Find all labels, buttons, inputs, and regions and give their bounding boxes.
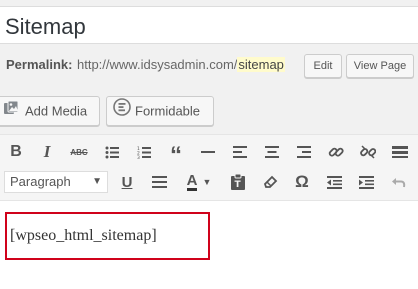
editor-content-highlight[interactable]: [wpseo_html_sitemap] (5, 212, 210, 260)
format-select-value: Paragraph (10, 174, 71, 189)
clear-formatting-icon[interactable] (258, 170, 282, 194)
post-title-input[interactable]: Sitemap (5, 14, 86, 40)
formidable-button[interactable]: Formidable (106, 96, 214, 126)
bold-icon[interactable]: B (4, 140, 28, 164)
align-right-icon[interactable] (292, 140, 316, 164)
add-media-button[interactable]: Add Media (0, 96, 100, 126)
formidable-label: Formidable (135, 103, 201, 119)
italic-icon[interactable]: I (35, 140, 59, 164)
underline-icon[interactable]: U (115, 170, 139, 194)
align-center-icon[interactable] (260, 140, 284, 164)
svg-text:3: 3 (137, 155, 140, 159)
toolbar-toggle-icon[interactable] (388, 140, 412, 164)
formidable-icon (113, 97, 131, 126)
horizontal-line-icon[interactable] (196, 140, 220, 164)
editor: B I ABC 123 “ Paragraph ▼ U A ▼ T Ω [wps… (0, 134, 418, 289)
chevron-down-icon: ▼ (92, 176, 102, 187)
indent-icon[interactable] (354, 170, 378, 194)
justify-icon[interactable] (147, 170, 171, 194)
add-media-label: Add Media (25, 103, 88, 119)
title-box: Sitemap (0, 6, 418, 44)
svg-text:T: T (235, 180, 242, 190)
link-icon[interactable] (324, 140, 348, 164)
numbered-list-icon[interactable]: 123 (132, 140, 156, 164)
strikethrough-icon[interactable]: ABC (67, 140, 91, 164)
permalink-slug[interactable]: sitemap (237, 57, 285, 72)
text-color-icon[interactable]: A ▼ (180, 170, 218, 194)
edit-permalink-button[interactable]: Edit (304, 54, 342, 78)
permalink-url: http://www.idsysadmin.com/sitemap (77, 50, 285, 80)
permalink-label: Permalink: (6, 57, 73, 72)
paste-text-icon[interactable]: T (226, 170, 250, 194)
outdent-icon[interactable] (322, 170, 346, 194)
blockquote-icon[interactable]: “ (164, 140, 188, 168)
editor-content-text[interactable]: [wpseo_html_sitemap] (10, 227, 157, 245)
special-character-icon[interactable]: Ω (290, 170, 314, 194)
add-media-icon (3, 98, 21, 126)
align-left-icon[interactable] (228, 140, 252, 164)
undo-icon[interactable] (386, 170, 410, 194)
bullet-list-icon[interactable] (100, 140, 124, 164)
unlink-icon[interactable] (356, 140, 380, 164)
view-page-button[interactable]: View Page (346, 54, 414, 78)
permalink-base: http://www.idsysadmin.com/ (77, 57, 238, 72)
format-select[interactable]: Paragraph ▼ (4, 171, 108, 193)
editor-toolbar: B I ABC 123 “ Paragraph ▼ U A ▼ T Ω (0, 135, 418, 201)
media-buttons-row: Add Media Formidable (0, 96, 418, 128)
